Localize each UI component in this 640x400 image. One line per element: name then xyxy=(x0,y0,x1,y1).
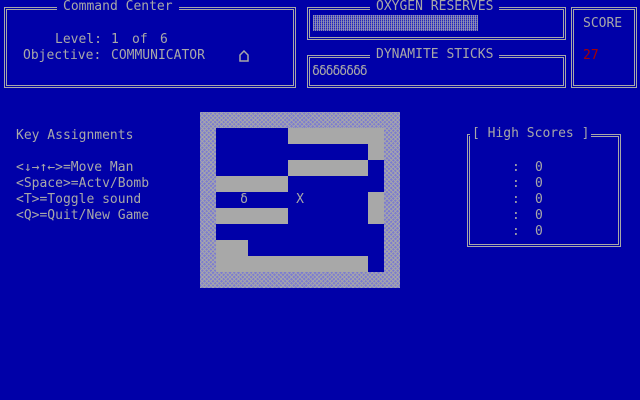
high-scores-title: [ High Scores ] xyxy=(470,126,592,142)
high-score-value: 0 xyxy=(535,224,543,239)
key-quit: <Q>=Quit/New Game xyxy=(16,208,150,223)
dynamite-panel: DYNAMITE STICKS δδδδδδδδ xyxy=(307,47,566,88)
maze-wall xyxy=(248,256,368,272)
score-value: 27 xyxy=(583,48,599,63)
house-icon xyxy=(239,49,249,62)
key-move: <↓→↑←>=Move Man xyxy=(16,160,134,175)
key-assignments-title: Key Assignments xyxy=(16,128,134,143)
objective-label: Objective: xyxy=(23,48,102,63)
high-score-sep: : xyxy=(512,192,520,207)
command-center-panel: Command Center Level: 1 of 6 Objective: … xyxy=(4,0,296,88)
high-score-value: 0 xyxy=(535,176,543,191)
high-scores-panel: [ High Scores ] : 0 : 0 : 0 : 0 : 0 xyxy=(467,126,621,247)
target-marker: X xyxy=(296,192,304,207)
maze-wall xyxy=(368,192,384,224)
score-label: SCORE xyxy=(583,16,623,31)
maze-board: δ X xyxy=(200,112,400,288)
high-score-row: : 0 xyxy=(468,160,620,176)
high-score-value: 0 xyxy=(535,208,543,223)
high-score-sep: : xyxy=(512,224,520,239)
maze-wall xyxy=(288,128,384,144)
objective-value: COMMUNICATOR xyxy=(111,48,205,63)
player-man: δ xyxy=(240,192,248,207)
dynamite-sticks: δδδδδδδδ xyxy=(312,64,368,79)
high-score-value: 0 xyxy=(535,192,543,207)
high-score-row: : 0 xyxy=(468,208,620,224)
level-value: 1 xyxy=(111,32,119,47)
high-score-sep: : xyxy=(512,160,520,175)
high-score-sep: : xyxy=(512,176,520,191)
level-label: Level: xyxy=(55,32,102,47)
maze-wall xyxy=(288,160,368,176)
command-center-title: Command Center xyxy=(57,0,179,15)
high-score-row: : 0 xyxy=(468,224,620,240)
maze-wall xyxy=(216,176,288,192)
level-of-label: of xyxy=(132,32,148,47)
oxygen-level-bar xyxy=(313,15,478,31)
maze-floor: δ X xyxy=(216,128,384,272)
oxygen-title: OXYGEN RESERVES xyxy=(370,0,500,15)
level-total: 6 xyxy=(160,32,168,47)
high-score-value: 0 xyxy=(535,160,543,175)
key-sound: <T>=Toggle sound xyxy=(16,192,142,207)
key-bomb: <Space>=Actv/Bomb xyxy=(16,176,150,191)
high-score-row: : 0 xyxy=(468,176,620,192)
high-score-sep: : xyxy=(512,208,520,223)
oxygen-panel: OXYGEN RESERVES xyxy=(307,0,566,40)
score-panel: SCORE 27 xyxy=(571,7,637,88)
high-score-row: : 0 xyxy=(468,192,620,208)
maze-wall xyxy=(368,144,384,160)
maze-wall xyxy=(216,208,288,224)
maze-wall xyxy=(216,240,248,272)
dynamite-title: DYNAMITE STICKS xyxy=(370,47,500,63)
